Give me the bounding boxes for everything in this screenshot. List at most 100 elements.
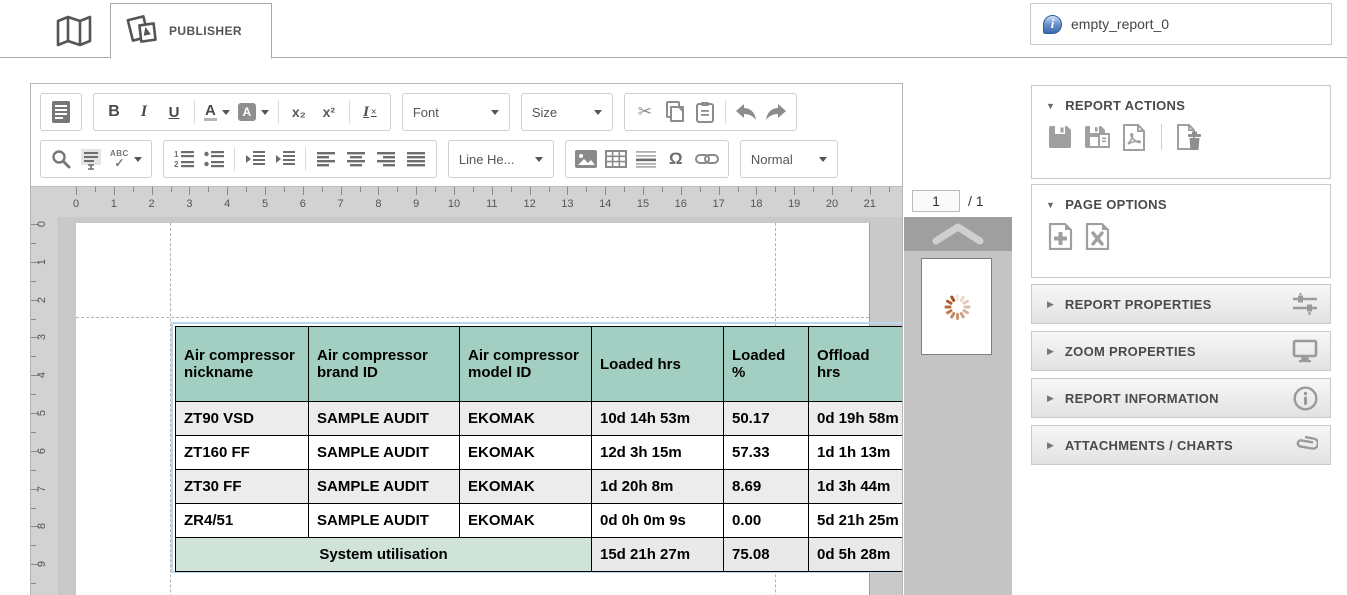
ruler-half-tick — [31, 318, 36, 320]
table-cell[interactable]: EKOMAK — [459, 401, 592, 436]
tab-publisher[interactable]: PUBLISHER — [110, 3, 272, 59]
ruler-number: 2 — [148, 198, 155, 210]
system-utilisation-cell[interactable]: System utilisation — [175, 537, 592, 572]
scroll-pages-up-button[interactable] — [904, 217, 1012, 251]
report-name-box[interactable]: i empty_report_0 — [1030, 3, 1332, 45]
table-cell[interactable]: 12d 3h 15m — [591, 435, 724, 470]
align-right-button[interactable] — [373, 144, 399, 174]
table-cell[interactable]: 0d 0h 0m 9s — [591, 503, 724, 538]
delete-report-button[interactable] — [1175, 123, 1203, 151]
ruler-number: 1 — [36, 258, 49, 265]
table-cell[interactable]: SAMPLE AUDIT — [308, 469, 460, 504]
add-page-button[interactable] — [1046, 222, 1074, 250]
export-pdf-button[interactable] — [1120, 123, 1148, 151]
align-right-icon — [376, 152, 395, 167]
increase-indent-button[interactable] — [272, 144, 298, 174]
table-cell[interactable]: EKOMAK — [459, 469, 592, 504]
decrease-indent-button[interactable] — [242, 144, 268, 174]
column-header[interactable]: Air compressor brand ID — [308, 326, 460, 402]
table-footer-cell[interactable]: 15d 21h 27m — [591, 537, 724, 572]
table-cell[interactable]: 5d 21h 25m — [808, 503, 902, 538]
table-cell[interactable]: ZT160 FF — [175, 435, 309, 470]
insert-horizontal-line-button[interactable] — [633, 144, 659, 174]
special-character-button[interactable]: Ω — [663, 144, 689, 174]
panel-report-actions-header[interactable]: ▼ REPORT ACTIONS — [1032, 86, 1330, 113]
copy-button[interactable] — [662, 97, 688, 127]
table-cell[interactable]: 8.69 — [723, 469, 809, 504]
ruler-half-tick — [699, 187, 701, 192]
table-footer-cell[interactable]: 75.08 — [723, 537, 809, 572]
cut-button[interactable]: ✂ — [632, 97, 658, 127]
line-height-dropdown[interactable]: Line He... — [447, 140, 554, 178]
undo-button[interactable] — [733, 97, 759, 127]
info-circle-icon — [1293, 385, 1318, 411]
page-thumbnail[interactable] — [921, 258, 992, 355]
table-cell[interactable]: ZT30 FF — [175, 469, 309, 504]
table-cell[interactable]: ZT90 VSD — [175, 401, 309, 436]
spellcheck-button[interactable]: ABC ✓ — [108, 144, 144, 174]
bold-button[interactable]: B — [101, 97, 127, 127]
line-height-dropdown-label: Line He... — [458, 151, 515, 167]
align-center-button[interactable] — [343, 144, 369, 174]
insert-image-button[interactable] — [573, 144, 599, 174]
subscript-button[interactable]: x₂ — [286, 97, 312, 127]
ruler-half-tick — [548, 187, 550, 192]
table-cell[interactable]: 57.33 — [723, 435, 809, 470]
delete-page-button[interactable] — [1083, 222, 1111, 250]
font-dropdown[interactable]: Font — [401, 93, 510, 131]
paragraph-format-dropdown[interactable]: Normal — [739, 140, 838, 178]
table-cell[interactable]: SAMPLE AUDIT — [308, 503, 460, 538]
map-tab-button[interactable] — [52, 10, 96, 52]
save-report-button[interactable] — [1046, 123, 1074, 151]
column-header[interactable]: Air compressor model ID — [459, 326, 592, 402]
underline-button[interactable]: U — [161, 97, 187, 127]
table-cell[interactable]: EKOMAK — [459, 503, 592, 538]
remove-format-button[interactable]: I × — [357, 97, 383, 127]
compressor-table[interactable]: Air compressor nickname Air compressor br… — [175, 326, 902, 572]
find-button[interactable] — [48, 144, 74, 174]
superscript-button[interactable]: x² — [316, 97, 342, 127]
table-cell[interactable]: 50.17 — [723, 401, 809, 436]
ruler-tick — [567, 187, 569, 195]
bulleted-list-button[interactable] — [201, 144, 227, 174]
ruler-number: 1 — [110, 198, 117, 210]
paste-button[interactable] — [692, 97, 718, 127]
panel-attachments-charts[interactable]: ▶ ATTACHMENTS / CHARTS — [1031, 425, 1331, 465]
save-report-as-button[interactable] — [1083, 123, 1111, 151]
column-header[interactable]: Loaded hrs — [591, 326, 724, 402]
column-header[interactable]: Loaded % — [723, 326, 809, 402]
redo-button[interactable] — [763, 97, 789, 127]
select-all-button[interactable] — [78, 144, 104, 174]
table-cell[interactable]: 0.00 — [723, 503, 809, 538]
table-footer-cell[interactable]: 0d 5h 28m — [808, 537, 902, 572]
table-cell[interactable]: ZR4/51 — [175, 503, 309, 538]
top-header-bar: PUBLISHER i empty_report_0 — [0, 0, 1347, 59]
table-cell[interactable]: 1d 3h 44m — [808, 469, 902, 504]
column-header[interactable]: Air compressor nickname — [175, 326, 309, 402]
column-header[interactable]: Offload hrs — [808, 326, 902, 402]
align-left-button[interactable] — [313, 144, 339, 174]
panel-zoom-properties[interactable]: ▶ ZOOM PROPERTIES — [1031, 331, 1331, 371]
table-cell[interactable]: 1d 20h 8m — [591, 469, 724, 504]
insert-link-button[interactable] — [693, 144, 721, 174]
document-canvas[interactable]: Air compressor nickname Air compressor br… — [59, 217, 902, 595]
current-page-input[interactable] — [912, 190, 960, 212]
table-cell[interactable]: SAMPLE AUDIT — [308, 401, 460, 436]
italic-button[interactable]: I — [131, 97, 157, 127]
templates-button[interactable] — [48, 97, 74, 127]
background-color-button[interactable]: A — [236, 97, 271, 127]
table-cell[interactable]: 10d 14h 53m — [591, 401, 724, 436]
table-cell[interactable]: SAMPLE AUDIT — [308, 435, 460, 470]
panel-report-properties[interactable]: ▶ REPORT PROPERTIES — [1031, 284, 1331, 324]
table-cell[interactable]: 1d 1h 13m — [808, 435, 902, 470]
size-dropdown[interactable]: Size — [520, 93, 613, 131]
text-color-button[interactable]: A — [202, 97, 232, 127]
justify-button[interactable] — [403, 144, 429, 174]
numbered-list-button[interactable]: 1 2 — [171, 144, 197, 174]
insert-table-button[interactable] — [603, 144, 629, 174]
panel-page-options-header[interactable]: ▼ PAGE OPTIONS — [1032, 185, 1330, 212]
triangle-right-icon: ▶ — [1047, 439, 1054, 450]
table-cell[interactable]: 0d 19h 58m — [808, 401, 902, 436]
table-cell[interactable]: EKOMAK — [459, 435, 592, 470]
panel-report-information[interactable]: ▶ REPORT INFORMATION — [1031, 378, 1331, 418]
